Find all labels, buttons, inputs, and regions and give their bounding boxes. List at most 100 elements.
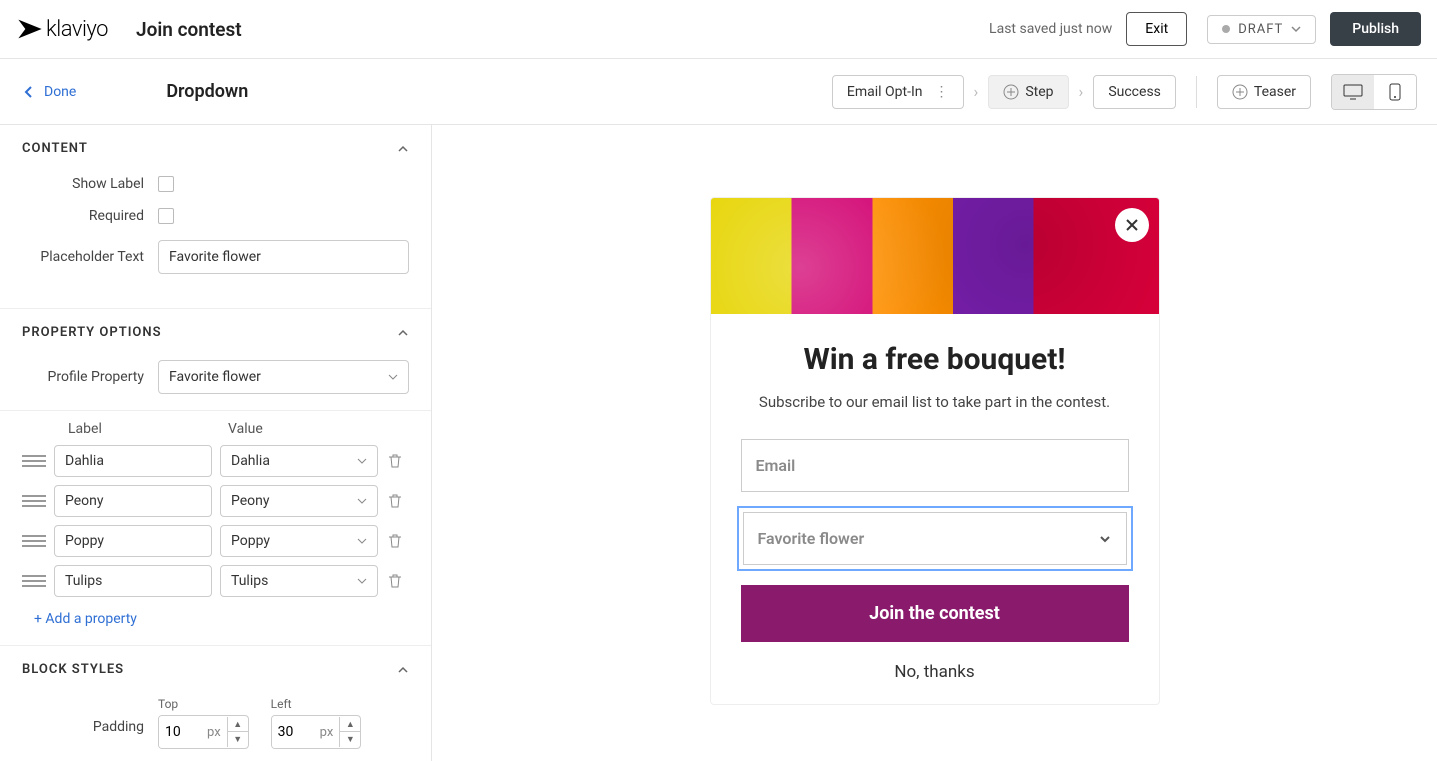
plus-circle-icon xyxy=(1232,84,1248,100)
dropdown-placeholder: Favorite flower xyxy=(758,529,865,548)
popup-heading: Win a free bouquet! xyxy=(741,342,1129,377)
drag-handle-icon[interactable] xyxy=(22,455,46,467)
select-value: Dahlia xyxy=(231,453,270,469)
popup-subtext: Subscribe to our email list to take part… xyxy=(741,391,1129,414)
padding-top-stepper[interactable]: px ▲ ▼ xyxy=(158,715,249,749)
option-label-input[interactable] xyxy=(54,445,212,477)
steps-nav: Email Opt-In ⋮ › Step › Success Teaser xyxy=(832,74,1437,110)
step-label: Success xyxy=(1108,84,1161,100)
drag-handle-icon[interactable] xyxy=(22,535,46,547)
popup-decline-link[interactable]: No, thanks xyxy=(741,662,1129,682)
add-teaser-button[interactable]: Teaser xyxy=(1217,75,1311,109)
save-status: Last saved just now xyxy=(989,21,1112,37)
stepper-down-icon[interactable]: ▼ xyxy=(228,732,248,747)
drag-handle-icon[interactable] xyxy=(22,495,46,507)
profile-property-select[interactable]: Favorite flower xyxy=(158,360,409,394)
chevron-down-icon xyxy=(1291,24,1301,34)
popup-dropdown[interactable]: Favorite flower xyxy=(743,512,1127,565)
desktop-view-button[interactable] xyxy=(1332,75,1374,109)
required-checkbox[interactable] xyxy=(158,208,174,224)
chevron-down-icon xyxy=(357,456,367,466)
option-label-input[interactable] xyxy=(54,485,212,517)
block-subtitle: Dropdown xyxy=(166,81,248,102)
padding-left-label: Left xyxy=(271,697,362,711)
close-icon xyxy=(1124,217,1140,233)
chevron-right-icon: › xyxy=(1079,82,1084,101)
section-title: CONTENT xyxy=(22,141,88,156)
padding-left-stepper[interactable]: px ▲ ▼ xyxy=(271,715,362,749)
trash-icon[interactable] xyxy=(386,492,404,510)
padding-top-label: Top xyxy=(158,697,249,711)
trash-icon[interactable] xyxy=(386,572,404,590)
top-bar: klaviyo Join contest Last saved just now… xyxy=(0,0,1437,59)
trash-icon[interactable] xyxy=(386,452,404,470)
exit-button[interactable]: Exit xyxy=(1126,12,1187,46)
placeholder-text-input[interactable] xyxy=(158,240,409,274)
unit-label: px xyxy=(320,725,340,740)
chevron-up-icon xyxy=(397,327,409,339)
publish-button[interactable]: Publish xyxy=(1330,12,1421,46)
status-text: DRAFT xyxy=(1238,22,1283,37)
stepper-up-icon[interactable]: ▲ xyxy=(340,717,360,732)
add-step-button[interactable]: Step xyxy=(988,75,1068,109)
option-value-select[interactable]: Tulips xyxy=(220,565,378,597)
option-value-select[interactable]: Peony xyxy=(220,485,378,517)
option-value-select[interactable]: Poppy xyxy=(220,525,378,557)
mobile-icon xyxy=(1389,83,1401,101)
kebab-icon[interactable]: ⋮ xyxy=(929,84,949,100)
padding-left-input[interactable] xyxy=(272,716,320,748)
brand-logo: klaviyo xyxy=(16,15,108,43)
col-label: Label xyxy=(68,421,228,437)
popup-hero-image xyxy=(711,198,1159,314)
mobile-view-button[interactable] xyxy=(1374,75,1416,109)
chevron-down-icon xyxy=(1098,532,1112,546)
popup-cta-button[interactable]: Join the contest xyxy=(741,585,1129,642)
select-value: Poppy xyxy=(231,533,270,549)
chevron-up-icon xyxy=(397,664,409,676)
add-property-link[interactable]: + Add a property xyxy=(22,605,409,627)
popup-email-input[interactable] xyxy=(741,439,1129,492)
option-row: Tulips xyxy=(22,565,409,597)
options-header-row: Label Value xyxy=(22,411,409,445)
section-property-body: Profile Property Favorite flower Label V… xyxy=(0,356,431,645)
show-label-label: Show Label xyxy=(22,176,158,192)
section-block-styles-header[interactable]: BLOCK STYLES xyxy=(0,646,431,693)
step-label: Email Opt-In xyxy=(847,84,923,100)
brand-name: klaviyo xyxy=(46,17,108,42)
step-success[interactable]: Success xyxy=(1093,75,1176,109)
device-toggle xyxy=(1331,74,1417,110)
stepper-down-icon[interactable]: ▼ xyxy=(340,732,360,747)
arrow-left-icon xyxy=(22,85,36,99)
option-label-input[interactable] xyxy=(54,525,212,557)
chevron-down-icon xyxy=(388,372,398,382)
unit-label: px xyxy=(207,725,227,740)
chevron-up-icon xyxy=(397,143,409,155)
draft-status-select[interactable]: DRAFT xyxy=(1207,15,1316,44)
done-back-link[interactable]: Done xyxy=(0,84,76,100)
editor-toolbar: Done Dropdown Email Opt-In ⋮ › Step › Su… xyxy=(0,59,1437,125)
section-property-header[interactable]: PROPERTY OPTIONS xyxy=(0,309,431,356)
trash-icon[interactable] xyxy=(386,532,404,550)
chevron-down-icon xyxy=(357,496,367,506)
preview-frame: Win a free bouquet! Subscribe to our ema… xyxy=(456,141,1414,761)
selected-block-outline: Favorite flower xyxy=(737,506,1133,571)
page-title: Join contest xyxy=(136,18,242,41)
done-label: Done xyxy=(44,84,76,100)
drag-handle-icon[interactable] xyxy=(22,575,46,587)
section-content-body: Show Label Required Placeholder Text xyxy=(0,172,431,308)
preview-canvas: Win a free bouquet! Subscribe to our ema… xyxy=(432,125,1437,761)
popup-close-button[interactable] xyxy=(1115,208,1149,242)
section-block-styles-body: Padding Top px ▲ ▼ xyxy=(0,693,431,761)
section-content-header[interactable]: CONTENT xyxy=(0,125,431,172)
show-label-checkbox[interactable] xyxy=(158,176,174,192)
stepper-up-icon[interactable]: ▲ xyxy=(228,717,248,732)
section-title: BLOCK STYLES xyxy=(22,662,124,677)
col-value: Value xyxy=(228,421,263,437)
chevron-down-icon xyxy=(357,536,367,546)
option-label-input[interactable] xyxy=(54,565,212,597)
section-title: PROPERTY OPTIONS xyxy=(22,325,162,340)
option-row: Poppy xyxy=(22,525,409,557)
step-email-opt-in[interactable]: Email Opt-In ⋮ xyxy=(832,75,964,109)
option-value-select[interactable]: Dahlia xyxy=(220,445,378,477)
padding-top-input[interactable] xyxy=(159,716,207,748)
